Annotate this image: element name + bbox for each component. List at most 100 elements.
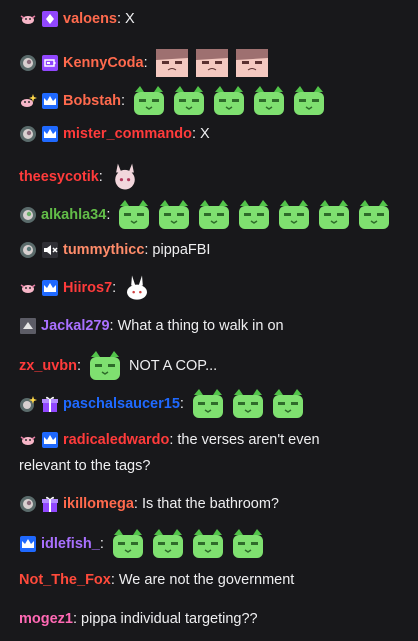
green-cat-emote[interactable]: [87, 351, 123, 381]
gift-icon[interactable]: [41, 395, 59, 413]
bunny-girl-emote[interactable]: [109, 162, 141, 192]
chat-message: paschalsaucer15:: [19, 389, 410, 419]
chat-message: zx_uvbn: NOT A COP...: [19, 351, 410, 381]
username[interactable]: Not_The_Fox: [19, 570, 111, 590]
colon: :: [179, 396, 184, 412]
green-cat-emote[interactable]: [150, 529, 186, 559]
username[interactable]: zx_uvbn: [19, 356, 77, 376]
green-cat-emote[interactable]: [236, 200, 272, 230]
green-cat-emote[interactable]: [356, 200, 392, 230]
username[interactable]: Bobstah: [63, 91, 121, 111]
green-cat-emote[interactable]: [110, 529, 146, 559]
green-cat-emote[interactable]: [116, 200, 152, 230]
username[interactable]: paschalsaucer15: [63, 394, 180, 414]
green-cat-emote[interactable]: [156, 200, 192, 230]
colon: :: [109, 318, 114, 334]
username[interactable]: radicaledwardo: [63, 430, 169, 450]
green-cat-emote[interactable]: [131, 86, 167, 116]
chat-message: radicaledwardo: the verses aren't even: [19, 430, 410, 450]
username[interactable]: Jackal279: [41, 316, 110, 336]
green-cat-emote[interactable]: [251, 86, 287, 116]
username[interactable]: KennyCoda: [63, 53, 144, 73]
username[interactable]: valoens: [63, 9, 117, 29]
message-text: What a thing to walk in on: [117, 318, 284, 334]
pippa-glare-emote[interactable]: [194, 48, 230, 78]
username[interactable]: Hiiros7: [63, 278, 112, 298]
prime-crown-icon[interactable]: [19, 535, 37, 553]
green-cat-emote[interactable]: [276, 200, 312, 230]
axolotl-pin-icon[interactable]: [19, 279, 37, 297]
chat-message: Bobstah:: [19, 86, 410, 116]
colon: :: [133, 496, 138, 512]
colon: :: [191, 126, 196, 142]
green-cat-emote[interactable]: [230, 529, 266, 559]
colon: :: [77, 358, 82, 374]
colon: :: [121, 93, 126, 109]
colon: :: [106, 207, 111, 223]
green-cat-emote[interactable]: [270, 389, 306, 419]
prime-crown-icon[interactable]: [41, 279, 59, 297]
colon: :: [98, 169, 103, 185]
message-text: the verses aren't even: [177, 432, 320, 448]
colon: :: [99, 536, 104, 552]
chat-message: KennyCoda:: [19, 48, 410, 78]
shell-badge-icon[interactable]: [19, 241, 37, 259]
message-text: relevant to the tags?: [19, 458, 151, 474]
message-text: X: [199, 126, 210, 142]
chat-message: ikillomega: Is that the bathroom?: [19, 494, 410, 514]
colon: :: [112, 280, 117, 296]
username[interactable]: mister_commando: [63, 124, 192, 144]
chat-message: Not_The_Fox: We are not the government: [19, 570, 410, 590]
purple-battery-icon[interactable]: [41, 54, 59, 72]
axolotl-pin-icon[interactable]: [19, 431, 37, 449]
username[interactable]: tummythicc: [63, 240, 144, 260]
colon: :: [117, 11, 122, 27]
username[interactable]: idlefish_: [41, 534, 100, 554]
prime-crown-icon[interactable]: [41, 431, 59, 449]
purple-gem-icon[interactable]: [41, 10, 59, 28]
white-bunny-emote[interactable]: [122, 273, 152, 303]
green-cat-emote[interactable]: [190, 389, 226, 419]
username[interactable]: ikillomega: [63, 494, 134, 514]
colon: :: [110, 572, 115, 588]
chat-message: theesycotik:: [19, 162, 410, 192]
muted-speaker-icon[interactable]: [41, 241, 59, 259]
shell-badge-icon[interactable]: [19, 54, 37, 72]
axolotl-pin-icon[interactable]: [19, 10, 37, 28]
chat-message-continuation: relevant to the tags?: [19, 456, 410, 476]
message-text: pippa individual targeting??: [81, 611, 258, 627]
shell-badge-icon[interactable]: [19, 206, 37, 224]
gift-icon[interactable]: [41, 495, 59, 513]
green-cat-emote[interactable]: [196, 200, 232, 230]
green-cat-emote[interactable]: [211, 86, 247, 116]
username[interactable]: theesycotik: [19, 167, 99, 187]
message-text: X: [125, 11, 135, 27]
axolotl-sparkle-icon[interactable]: [19, 92, 37, 110]
colon: :: [73, 611, 78, 627]
shell-badge-icon[interactable]: [19, 125, 37, 143]
green-cat-emote[interactable]: [291, 86, 327, 116]
green-cat-emote[interactable]: [190, 529, 226, 559]
pippa-glare-emote[interactable]: [154, 48, 190, 78]
green-cat-emote[interactable]: [171, 86, 207, 116]
shell-badge-icon[interactable]: [19, 495, 37, 513]
colon: :: [144, 242, 149, 258]
colon: :: [169, 432, 174, 448]
green-cat-emote[interactable]: [230, 389, 266, 419]
grey-triangle-icon[interactable]: [19, 317, 37, 335]
message-text: pippaFBI: [152, 242, 211, 258]
chat-message: alkahla34:: [19, 200, 410, 230]
chat-message: mister_commando: X: [19, 124, 410, 144]
username[interactable]: mogez1: [19, 609, 73, 629]
username[interactable]: alkahla34: [41, 205, 106, 225]
pippa-glare-emote[interactable]: [234, 48, 270, 78]
shell-sparkle-icon[interactable]: [19, 395, 37, 413]
prime-crown-icon[interactable]: [41, 92, 59, 110]
message-text: NOT A COP...: [129, 358, 218, 374]
chat-message: mogez1: pippa individual targeting??: [19, 609, 410, 629]
green-cat-emote[interactable]: [316, 200, 352, 230]
chat-message: tummythicc: pippaFBI: [19, 240, 410, 260]
chat-message-list: valoens: X KennyCoda: Bobstah: mister_co…: [0, 0, 418, 641]
message-text: Is that the bathroom?: [141, 496, 279, 512]
prime-crown-icon[interactable]: [41, 125, 59, 143]
